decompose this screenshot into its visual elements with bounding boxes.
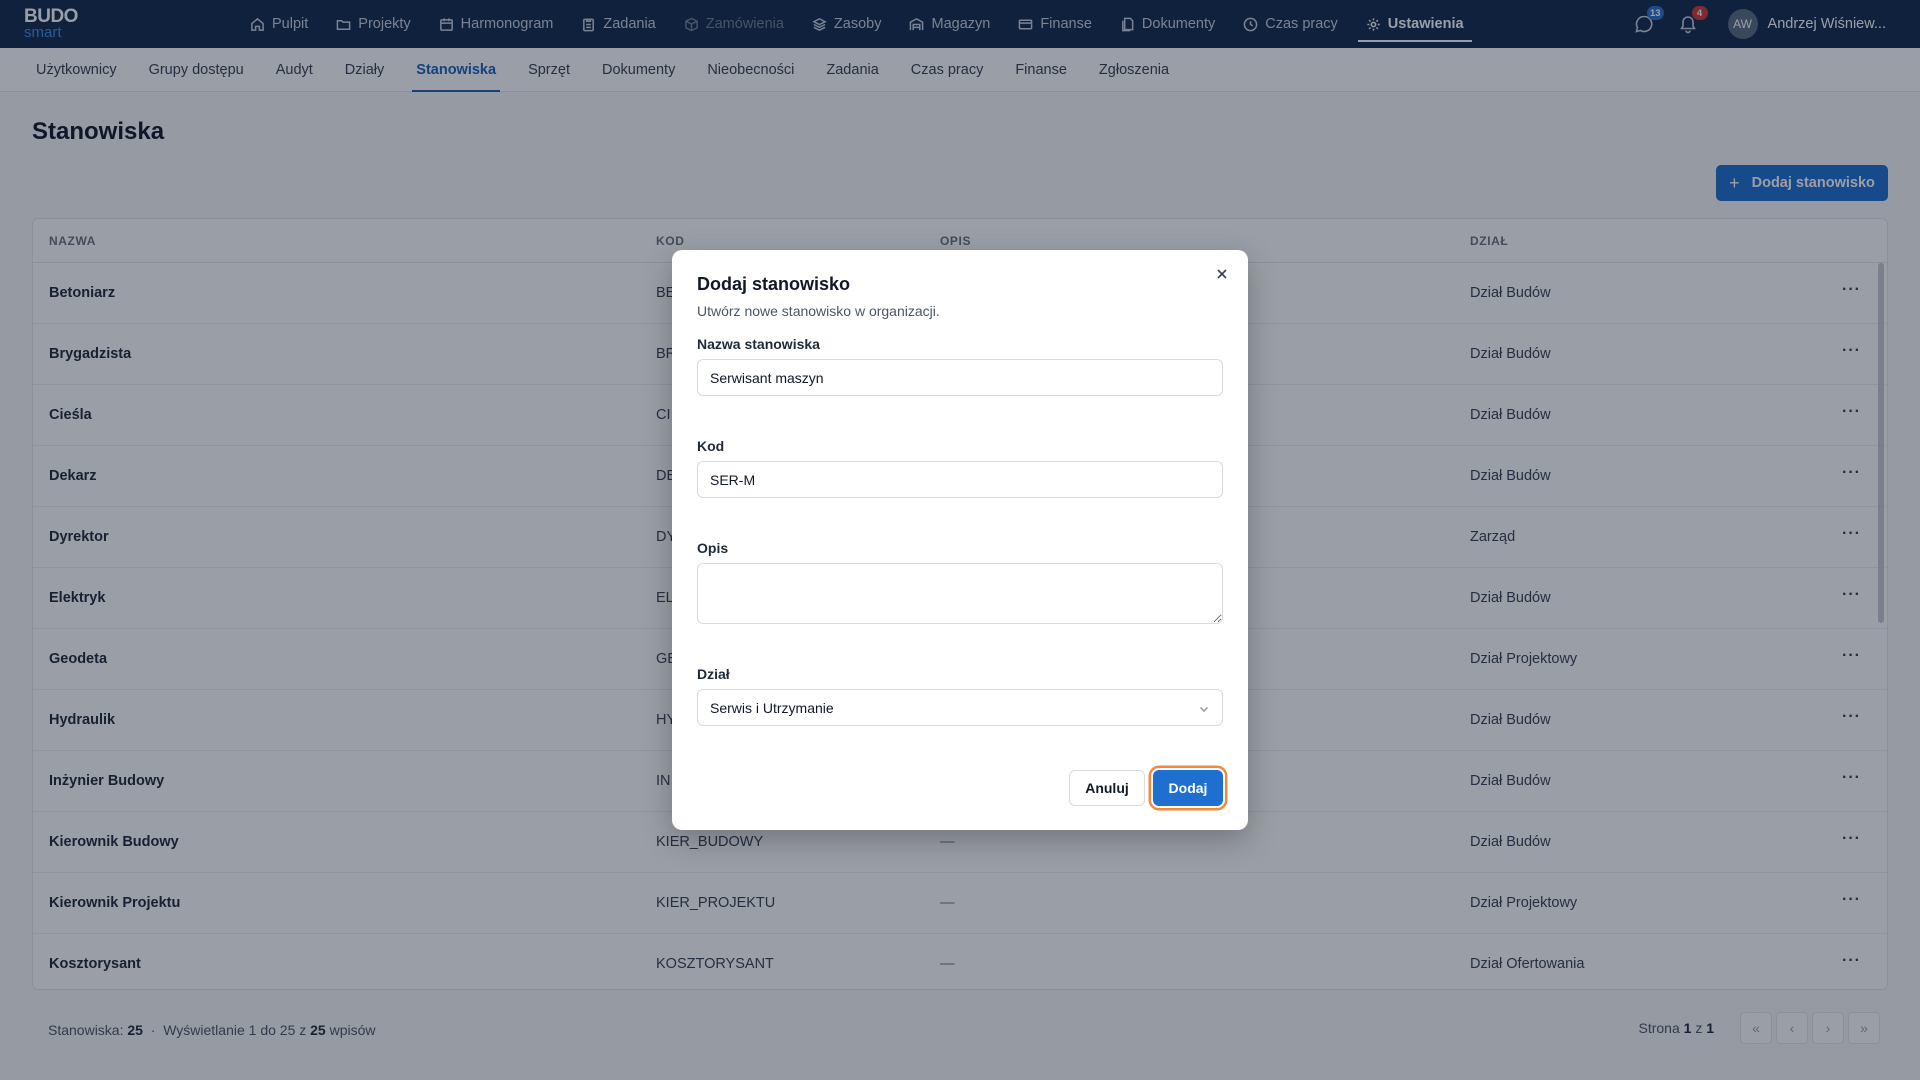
department-select[interactable]: Serwis i Utrzymanie <box>697 689 1223 726</box>
dialog-subtitle: Utwórz nowe stanowisko w organizacji. <box>697 303 940 319</box>
department-selected-value: Serwis i Utrzymanie <box>710 699 834 716</box>
close-icon[interactable] <box>1212 264 1232 284</box>
chevron-down-icon <box>1198 702 1210 714</box>
code-input[interactable] <box>697 461 1223 498</box>
description-label: Opis <box>697 540 729 556</box>
position-name-input[interactable] <box>697 359 1223 396</box>
position-name-label: Nazwa stanowiska <box>697 336 820 352</box>
cancel-button[interactable]: Anuluj <box>1069 770 1145 806</box>
add-position-dialog: Dodaj stanowisko Utwórz nowe stanowisko … <box>672 250 1248 830</box>
code-label: Kod <box>697 438 725 454</box>
submit-add-button[interactable]: Dodaj <box>1153 770 1223 806</box>
dialog-title: Dodaj stanowisko <box>697 274 851 294</box>
description-textarea[interactable] <box>697 563 1223 624</box>
department-label: Dział <box>697 666 730 682</box>
